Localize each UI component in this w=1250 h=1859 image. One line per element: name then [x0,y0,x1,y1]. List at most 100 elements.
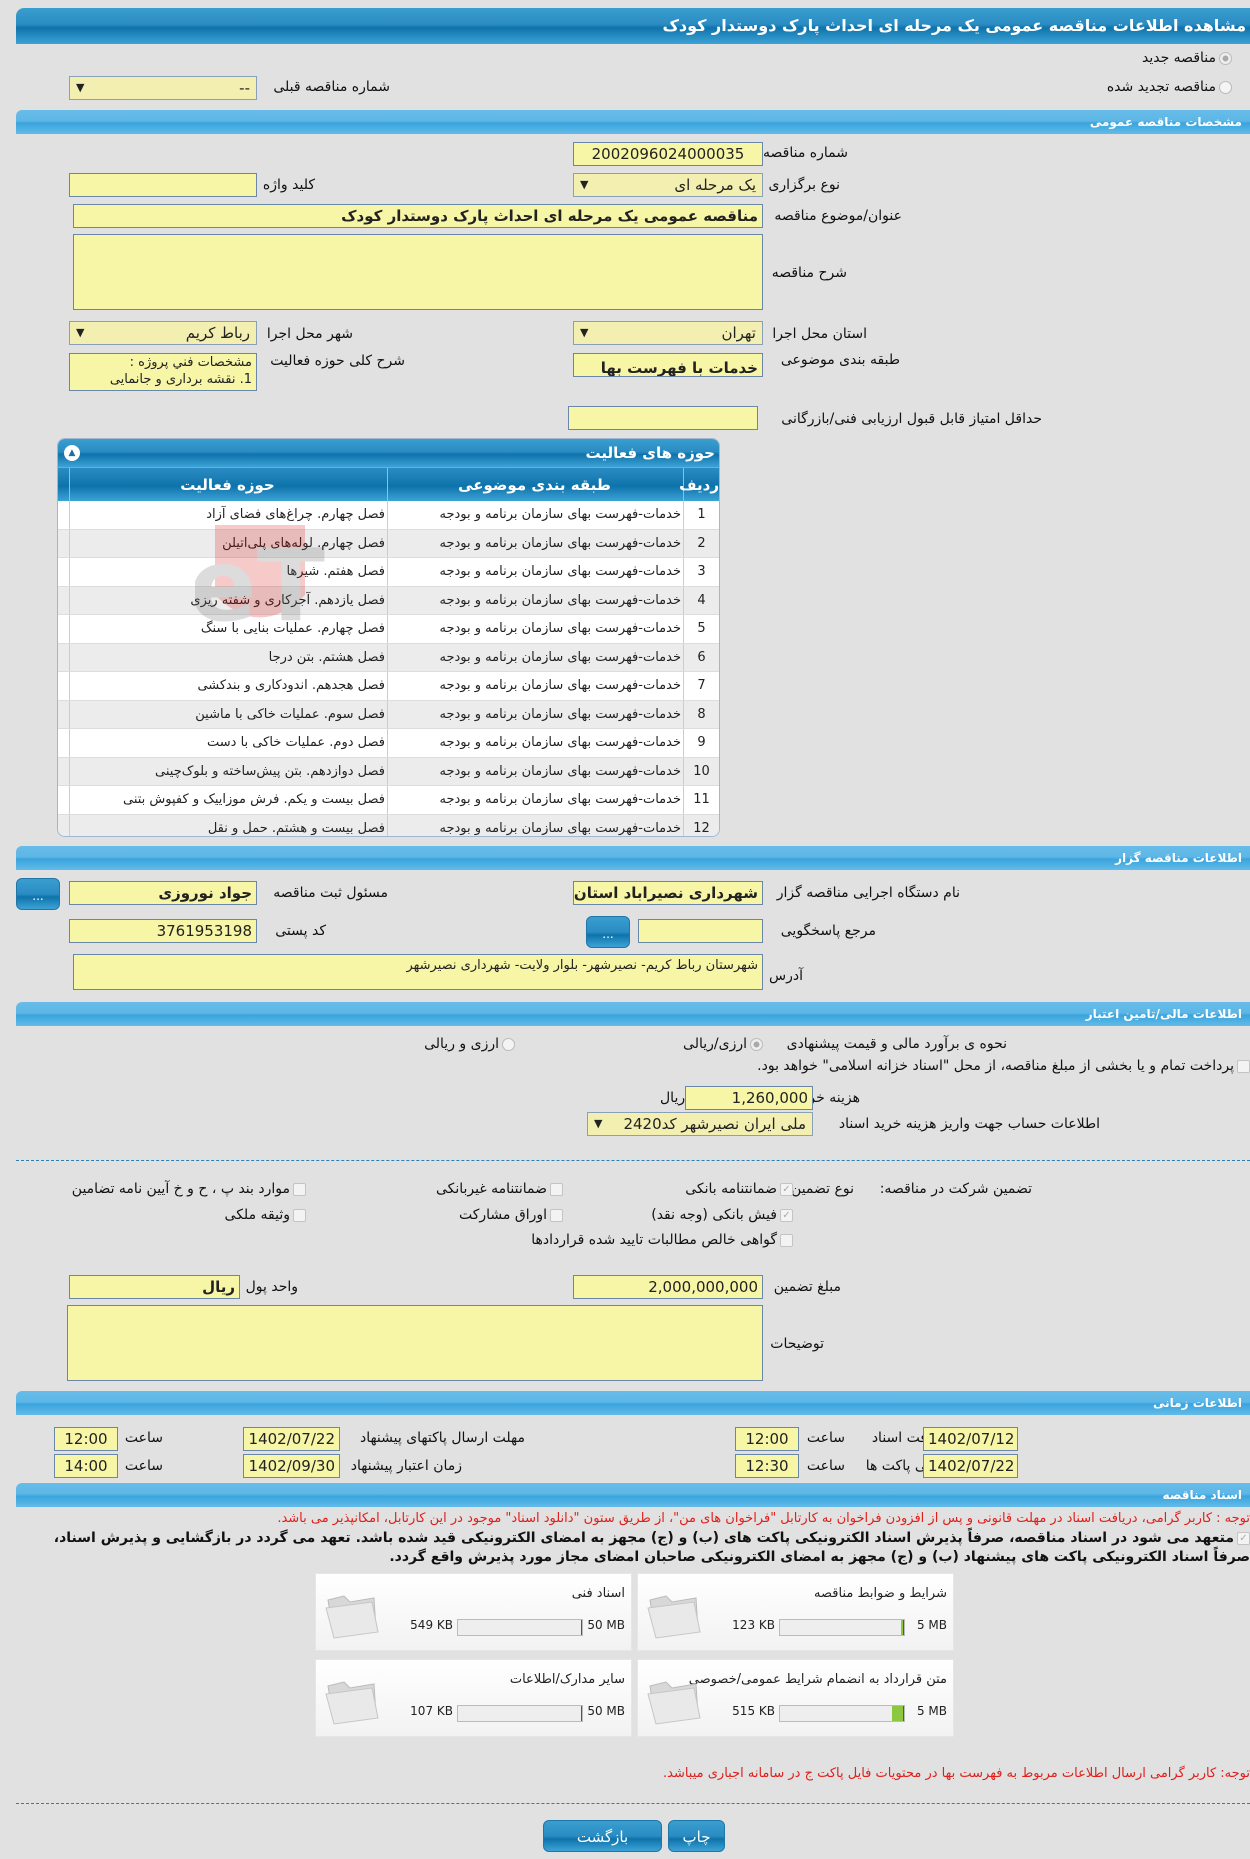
scope-field[interactable]: مشخصات فني پروژه : 1. نقشه برداری و جانم… [69,353,257,391]
table-row: 4 خدمات-فهرست بهای سازمان برنامه و بودجه ف… [58,586,719,615]
guarantee-option[interactable]: وثیقه ملکی [225,1207,306,1223]
radio-renewed-tender[interactable]: مناقصه تجدید شده [1107,79,1232,95]
folder-icon[interactable] [324,1672,380,1726]
col-activity: حوزه فعالیت [69,468,387,501]
folder-icon[interactable] [646,1672,702,1726]
opening-time[interactable]: 12:30 [735,1454,799,1478]
notes-field[interactable] [67,1305,763,1381]
doc-deadline-date[interactable]: 1402/07/12 [923,1427,1018,1451]
document-size: 123 KB [732,1618,775,1632]
folder-icon[interactable] [324,1586,380,1640]
back-button[interactable]: بازگشت [543,1820,662,1852]
radio-renewed-icon[interactable] [1219,80,1232,94]
table-row: 10 خدمات-فهرست بهای سازمان برنامه و بودجه… [58,757,719,786]
treasury-checkbox-row[interactable]: پرداخت تمام و یا بخشی از مبلغ مناقصه، از… [757,1058,1250,1074]
section-finance: اطلاعات مالی/تامین اعتبار [16,1002,1250,1026]
submit-deadline-time[interactable]: 12:00 [54,1427,118,1451]
activities-table: حوزه های فعالیت ▲ ردیف طبقه بندی موضوعی … [57,438,720,837]
estimate-label: نحوه ی برآورد مالی و قیمت پیشنهادی [786,1036,1007,1052]
document-size-fill [891,1706,904,1721]
table-row: 12 خدمات-فهرست بهای سازمان برنامه و بودجه… [58,814,719,836]
registrar-field[interactable]: جواد نوروزی [69,881,257,905]
doc-cost-field[interactable]: 1,260,000 [685,1086,813,1110]
description-field[interactable] [73,234,763,310]
postal-code-label: کد پستی [275,923,326,939]
collapse-icon[interactable]: ▲ [64,445,80,461]
guarantee-option[interactable]: ✓ فیش بانکی (وجه نقد) [651,1207,793,1223]
row-number: 4 [683,586,719,614]
radio-new-tender[interactable]: مناقصه جدید [1142,50,1232,66]
tender-title-field[interactable]: مناقصه عمومی یک مرحله ای احداث پارک دوست… [73,204,763,228]
chevron-down-icon: ▼ [580,326,589,339]
address-field[interactable]: شهرستان رباط کریم- نصیرشهر- بلوار ولایت-… [73,954,763,990]
checkbox-checked-icon[interactable]: ✓ [780,1182,793,1196]
row-activity: فصل دوازدهم. بتن پیش‌ساخته و بلوک‌چینی [69,757,387,785]
col-row-number: ردیف [679,468,719,501]
checkbox-icon[interactable] [1237,1059,1250,1073]
print-button[interactable]: چاپ [668,1820,725,1852]
checkbox-icon[interactable] [550,1182,563,1196]
guarantee-amount-label: مبلغ تضمین [773,1279,841,1295]
row-category: خدمات-فهرست بهای سازمان برنامه و بودجه [387,643,683,671]
document-size-fill [580,1706,582,1721]
document-size-fill [901,1620,904,1635]
document-max-size: 5 MB [916,1618,947,1632]
validity-time[interactable]: 14:00 [54,1454,118,1478]
registrar-lookup-button[interactable]: ... [16,878,60,910]
holding-type-select[interactable]: یک مرحله ای ▼ [573,173,763,197]
table-row: 3 خدمات-فهرست بهای سازمان برنامه و بودجه ف… [58,558,719,587]
checkbox-icon[interactable] [293,1208,306,1222]
guarantee-option[interactable]: موارد بند پ ، ح و خ آیین نامه تضامین [72,1181,306,1197]
submit-deadline-date[interactable]: 1402/07/22 [243,1427,340,1451]
radio-currency-and-rial[interactable]: ارزی و ریالی [424,1036,515,1052]
guarantee-option[interactable]: اوراق مشارکت [459,1207,563,1223]
checkbox-checked-icon[interactable]: ✓ [780,1208,793,1222]
tender-title-label: عنوان/موضوع مناقصه [774,208,902,224]
radio-new-icon[interactable] [1219,51,1232,65]
guarantee-option[interactable]: گواهی خالص مطالبات تایید شده قراردادها [531,1232,793,1248]
activities-header: حوزه های فعالیت ▲ [58,439,719,467]
currency-label: واحد پول [245,1279,298,1295]
keyword-field[interactable] [69,173,257,197]
guarantee-option[interactable]: ✓ ضمانتنامه بانکی [685,1181,793,1197]
document-card[interactable]: اسناد فنی 50 MB 549 KB [315,1573,632,1651]
radio-icon[interactable] [750,1037,763,1051]
opening-date[interactable]: 1402/07/22 [923,1454,1018,1478]
city-select[interactable]: رباط کریم ▼ [69,321,257,345]
reference-field[interactable] [638,919,763,943]
chevron-down-icon: ▼ [594,1117,603,1130]
validity-date[interactable]: 1402/09/30 [243,1454,340,1478]
checkbox-checked-icon[interactable]: ✓ [1237,1531,1250,1545]
min-score-field[interactable] [568,406,758,430]
folder-icon[interactable] [646,1586,702,1640]
doc-deadline-time[interactable]: 12:00 [735,1427,799,1451]
document-card[interactable]: سایر مدارک/اطلاعات 50 MB 107 KB [315,1659,632,1737]
row-number: 8 [683,700,719,728]
row-category: خدمات-فهرست بهای سازمان برنامه و بودجه [387,672,683,700]
row-activity: فصل چهارم. عملیات بنایی با سنگ [69,615,387,643]
table-row: 1 خدمات-فهرست بهای سازمان برنامه و بودجه ف… [58,501,719,530]
radio-rial-currency[interactable]: ارزی/ریالی [683,1036,763,1052]
reference-lookup-button[interactable]: ... [586,916,630,948]
tender-number-field[interactable]: 2002096024000035 [573,142,763,166]
currency-field[interactable]: ریال [69,1275,240,1299]
checkbox-icon[interactable] [780,1233,793,1247]
previous-tender-select[interactable]: -- ▼ [69,76,257,100]
document-card[interactable]: شرایط و ضوابط مناقصه 5 MB 123 KB [637,1573,954,1651]
postal-code-field[interactable]: 3761953198 [69,919,257,943]
row-number: 12 [683,814,719,836]
bank-account-select[interactable]: ملی ایران نصیرشهر کد2420 ▼ [587,1112,813,1136]
province-select[interactable]: تهران ▼ [573,321,763,345]
checkbox-icon[interactable] [550,1208,563,1222]
guarantee-amount-field[interactable]: 2,000,000,000 [573,1275,763,1299]
document-card[interactable]: متن قرارداد به انضمام شرایط عمومی/خصوصی 5… [637,1659,954,1737]
guarantee-option[interactable]: ضمانتنامه غیربانکی [436,1181,563,1197]
checkbox-icon[interactable] [293,1182,306,1196]
category-field[interactable]: خدمات با فهرست بها [573,353,763,377]
province-label: استان محل اجرا [772,326,867,342]
hour-label: ساعت [806,1458,845,1474]
col-category: طبقه بندی موضوعی [387,468,683,501]
guarantee-type-label: نوع تضمین [791,1181,854,1197]
agency-field[interactable]: شهرداری نصیراباد استان تهران [573,881,763,905]
radio-icon[interactable] [502,1037,515,1051]
